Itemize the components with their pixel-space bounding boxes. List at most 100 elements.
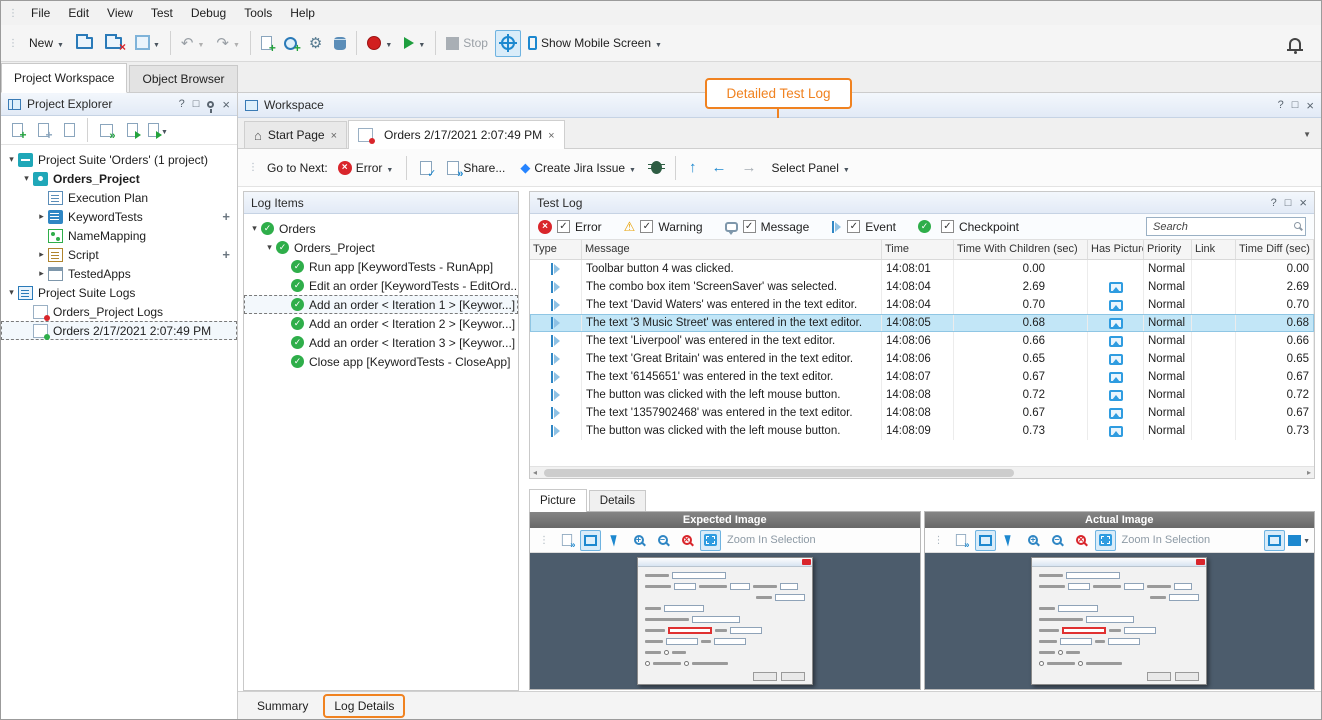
float-panel-icon[interactable]: [193, 98, 200, 110]
close-file-button[interactable]: [100, 30, 127, 57]
log-item-run-app-keywordtests-runapp[interactable]: Run app [KeywordTests - RunApp]: [244, 257, 518, 276]
tab-log-details[interactable]: Log Details: [323, 694, 405, 718]
export-image-button[interactable]: [556, 530, 577, 551]
tab-object-browser[interactable]: Object Browser: [129, 65, 237, 92]
expander-icon[interactable]: ▾: [263, 242, 276, 253]
menu-item-debug[interactable]: Debug: [182, 2, 235, 24]
has-picture-icon[interactable]: [1109, 336, 1123, 347]
scrollbar-thumb[interactable]: [544, 469, 1014, 477]
record-new-test-button[interactable]: [279, 30, 302, 57]
tree-item-script[interactable]: ▸Script+: [1, 245, 237, 264]
has-picture-icon[interactable]: [1109, 390, 1123, 401]
expected-image-view[interactable]: [530, 553, 920, 689]
scroll-left-arrow[interactable]: ◂: [533, 468, 537, 477]
go-to-next-error-button[interactable]: Error: [333, 154, 399, 181]
tab-summary[interactable]: Summary: [246, 695, 319, 717]
log-row[interactable]: The combo box item 'ScreenSaver' was sel…: [530, 278, 1314, 296]
tree-item-namemapping[interactable]: NameMapping: [1, 226, 237, 245]
log-item-add-an-order-iteration-2-keywor[interactable]: Add an order < Iteration 2 > [Keywor...]: [244, 314, 518, 333]
menu-item-view[interactable]: View: [98, 2, 142, 24]
expander-icon[interactable]: ▾: [248, 223, 261, 234]
filter-event[interactable]: Event: [831, 220, 896, 234]
expander-icon[interactable]: ▾: [20, 173, 33, 184]
expander-icon[interactable]: ▸: [35, 211, 48, 222]
doc-tab-orders-2-17-2021-2-07-49-pm[interactable]: Orders 2/17/2021 2:07:49 PM: [348, 120, 565, 149]
log-row[interactable]: The text 'David Waters' was entered in t…: [530, 296, 1314, 314]
notifications-button[interactable]: [1285, 34, 1305, 53]
menu-item-file[interactable]: File: [22, 2, 59, 24]
expander-icon[interactable]: ▾: [5, 287, 18, 298]
add-icon[interactable]: +: [222, 247, 230, 262]
zoom-reset-button[interactable]: [676, 530, 697, 551]
tree-item-keywordtests[interactable]: ▸KeywordTests+: [1, 207, 237, 226]
tree-item-orders-project[interactable]: ▾Orders_Project: [1, 169, 237, 188]
report-bug-button[interactable]: [646, 154, 667, 181]
doc-tab-start-page[interactable]: Start Page: [244, 121, 347, 148]
show-mobile-screen-button[interactable]: Show Mobile Screen: [523, 30, 667, 57]
go-forward-button[interactable]: →: [736, 154, 761, 181]
log-row[interactable]: The text '1357902468' was entered in the…: [530, 404, 1314, 422]
tab-list-dropdown-icon[interactable]: [1303, 126, 1311, 140]
has-picture-icon[interactable]: [1109, 372, 1123, 383]
export-log-button[interactable]: [415, 154, 437, 181]
tree-item-project-suite-logs[interactable]: ▾Project Suite Logs: [1, 283, 237, 302]
create-jira-issue-button[interactable]: Create Jira Issue: [515, 154, 641, 181]
run-project-suite-button[interactable]: [147, 118, 169, 142]
filter-message-checkbox[interactable]: [743, 220, 756, 233]
log-item-add-an-order-iteration-1-keywor[interactable]: Add an order < Iteration 1 > [Keywor...]: [244, 295, 518, 314]
share-button[interactable]: Share...: [442, 154, 510, 181]
add-new-project-item-button[interactable]: [6, 118, 28, 142]
close-icon[interactable]: [222, 97, 230, 112]
log-row[interactable]: The text '3 Music Street' was entered in…: [530, 314, 1314, 332]
view-mode-button[interactable]: [1288, 530, 1310, 551]
column-header-time[interactable]: Time: [882, 240, 954, 259]
has-picture-icon[interactable]: [1109, 408, 1123, 419]
zoom-selection-button[interactable]: [1095, 530, 1116, 551]
pan-mode-button[interactable]: [975, 530, 996, 551]
data-storage-button[interactable]: [329, 30, 351, 57]
zoom-in-button[interactable]: [628, 530, 649, 551]
zoom-out-button[interactable]: [1047, 530, 1068, 551]
open-item-button[interactable]: [58, 118, 80, 142]
log-row[interactable]: Toolbar button 4 was clicked.14:08:010.0…: [530, 260, 1314, 278]
actual-image-view[interactable]: [925, 553, 1315, 689]
redo-button[interactable]: [211, 30, 245, 57]
tree-item-orders-2-17-2021-2-07-49-pm[interactable]: Orders 2/17/2021 2:07:49 PM: [1, 321, 237, 340]
expander-icon[interactable]: ▸: [35, 249, 48, 260]
pin-icon[interactable]: [207, 101, 214, 108]
filter-warning-checkbox[interactable]: [640, 220, 653, 233]
scroll-right-arrow[interactable]: ▸: [1307, 468, 1311, 477]
search-input[interactable]: [1146, 217, 1306, 236]
filter-event-checkbox[interactable]: [847, 220, 860, 233]
log-item-orders[interactable]: ▾Orders: [244, 219, 518, 238]
column-header-type[interactable]: Type: [530, 240, 582, 259]
tree-item-testedapps[interactable]: ▸TestedApps: [1, 264, 237, 283]
column-header-link[interactable]: Link: [1192, 240, 1236, 259]
has-picture-icon[interactable]: [1109, 318, 1123, 329]
close-icon[interactable]: [1306, 98, 1314, 113]
column-header-has-picture[interactable]: Has Picture: [1088, 240, 1144, 259]
select-mode-button[interactable]: [604, 530, 625, 551]
filter-error[interactable]: Error: [538, 220, 602, 234]
filter-checkpoint-checkbox[interactable]: [941, 220, 954, 233]
help-icon[interactable]: [1271, 197, 1277, 209]
filter-message[interactable]: Message: [725, 220, 810, 234]
zoom-in-button[interactable]: [1023, 530, 1044, 551]
undo-button[interactable]: [176, 30, 210, 57]
update-items-button[interactable]: [95, 118, 117, 142]
run-project-button[interactable]: [121, 118, 143, 142]
column-header-message[interactable]: Message: [582, 240, 882, 259]
save-all-button[interactable]: [129, 30, 165, 57]
float-panel-icon[interactable]: [1285, 197, 1292, 209]
log-item-edit-an-order-keywordtests-editord[interactable]: Edit an order [KeywordTests - EditOrd...…: [244, 276, 518, 295]
has-picture-icon[interactable]: [1109, 300, 1123, 311]
filter-checkpoint[interactable]: Checkpoint: [918, 220, 1019, 234]
tree-item-project-suite-orders-1-project[interactable]: ▾Project Suite 'Orders' (1 project): [1, 150, 237, 169]
add-existing-item-button[interactable]: [32, 118, 54, 142]
menu-item-edit[interactable]: Edit: [59, 2, 98, 24]
help-icon[interactable]: [179, 98, 185, 110]
column-header-priority[interactable]: Priority: [1144, 240, 1192, 259]
log-row[interactable]: The button was clicked with the left mou…: [530, 422, 1314, 440]
menu-item-tools[interactable]: Tools: [235, 2, 281, 24]
menu-item-help[interactable]: Help: [281, 2, 324, 24]
